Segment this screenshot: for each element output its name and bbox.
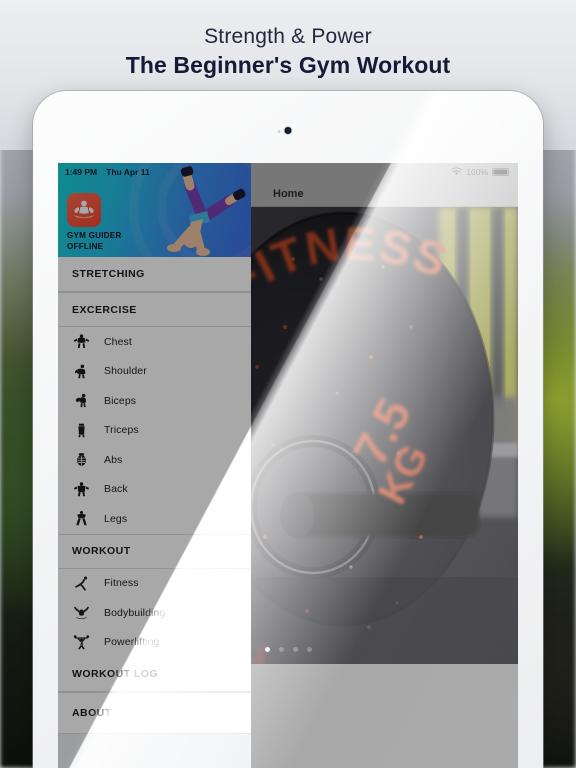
sidebar-item-label: WORKOUT	[72, 545, 131, 557]
sidebar-item-label: STRETCHING	[72, 268, 145, 280]
wifi-icon	[451, 163, 463, 181]
sidebar-item-back[interactable]: Back	[58, 474, 251, 504]
battery-percent-label: 100%	[466, 167, 488, 177]
sidebar-item-bodybuilding[interactable]: Bodybuilding	[58, 598, 251, 628]
page-dot-4[interactable]	[307, 647, 312, 652]
sidebar-item-label: EXCERCISE	[72, 303, 137, 316]
sidebar-item-fitness[interactable]: Fitness	[58, 568, 251, 598]
sidebar-item-biceps[interactable]: Biceps	[58, 386, 251, 416]
device-screen: 1:49 PM Thu Apr 11 GYM GUIDER OFFLINE ST…	[58, 163, 518, 768]
biceps-muscle-icon	[72, 391, 91, 410]
legs-muscle-icon	[72, 509, 91, 528]
sidebar-item-legs[interactable]: Legs	[58, 504, 251, 534]
ios-statusbar-right: 100%	[251, 163, 518, 181]
sidebar-menu[interactable]: STRETCHING EXCERCISE Chest Shoulder Bice…	[58, 257, 251, 768]
detail-pane: 100% Home TNESS 7.5 KG	[251, 163, 518, 768]
sidebar-item-powerlifting[interactable]: Powerlifting	[58, 627, 251, 657]
page-dot-3[interactable]	[293, 647, 298, 652]
ipad-device-frame: 1:49 PM Thu Apr 11 GYM GUIDER OFFLINE ST…	[33, 91, 543, 768]
powerlifting-barbell-icon	[72, 633, 91, 652]
sidebar-item-label: Fitness	[104, 577, 139, 590]
sidebar-item-label: ABOUT	[72, 707, 112, 719]
sidebar-item-label: Triceps	[104, 424, 139, 437]
sidebar-item-abs[interactable]: Abs	[58, 445, 251, 475]
flexing-muscle-icon	[67, 193, 101, 227]
sidebar-item-about[interactable]: ABOUT	[58, 692, 251, 733]
app-sidebar: 1:49 PM Thu Apr 11 GYM GUIDER OFFLINE ST…	[58, 163, 251, 768]
sidebar-header: 1:49 PM Thu Apr 11 GYM GUIDER OFFLINE	[58, 163, 251, 257]
app-name: GYM GUIDER OFFLINE	[67, 231, 122, 252]
sidebar-item-label: Back	[104, 483, 128, 496]
fitness-stretch-icon	[72, 574, 91, 593]
app-name-line-1: GYM GUIDER	[67, 231, 122, 240]
detail-empty-area	[251, 664, 518, 768]
sidebar-item-label: Bodybuilding	[104, 606, 166, 619]
hero-image-carousel[interactable]: FITNESS 7.5 KG FITNESS	[251, 207, 518, 664]
back-muscle-icon	[72, 480, 91, 499]
sidebar-item-label: Powerlifting	[104, 636, 160, 649]
handstand-figure-illustration	[167, 166, 246, 256]
page-indicator-dots[interactable]	[265, 647, 312, 652]
sidebar-item-label: Legs	[104, 512, 128, 525]
chest-muscle-icon	[72, 332, 91, 351]
caption-line-2: The Beginner's Gym Workout	[125, 52, 451, 78]
sidebar-item-workout[interactable]: WORKOUT	[58, 533, 251, 569]
sidebar-item-label: WORKOUT LOG	[72, 668, 159, 680]
shoulder-muscle-icon	[72, 362, 91, 381]
ios-statusbar-left: 1:49 PM Thu Apr 11	[65, 167, 150, 177]
sidebar-item-workout-log[interactable]: WORKOUT LOG	[58, 657, 251, 692]
abs-muscle-icon	[72, 450, 91, 469]
app-branding: GYM GUIDER OFFLINE	[67, 193, 122, 252]
sidebar-item-excercise[interactable]: EXCERCISE	[58, 292, 251, 327]
front-camera-icon	[284, 127, 292, 134]
sidebar-item-label: Abs	[104, 453, 123, 466]
sidebar-empty-area	[58, 734, 251, 768]
sidebar-item-label: Shoulder	[104, 365, 147, 378]
promo-caption: Strength & Power The Beginner's Gym Work…	[0, 24, 576, 80]
gym-weight-plate-photo: FITNESS 7.5 KG FITNESS	[251, 207, 518, 664]
sidebar-item-shoulder[interactable]: Shoulder	[58, 356, 251, 386]
sidebar-item-triceps[interactable]: Triceps	[58, 415, 251, 445]
sidebar-item-label: Chest	[104, 335, 132, 348]
sidebar-item-chest[interactable]: Chest	[58, 327, 251, 357]
sidebar-item-label: Biceps	[104, 394, 137, 407]
bodybuilding-pose-icon	[72, 603, 91, 622]
statusbar-time: 1:49 PM	[65, 167, 98, 177]
app-name-line-2: OFFLINE	[67, 241, 104, 251]
page-title: Home	[273, 187, 304, 200]
triceps-muscle-icon	[72, 421, 91, 440]
navigation-bar: Home	[251, 181, 518, 207]
page-dot-2[interactable]	[279, 647, 284, 652]
promo-scene: Strength & Power The Beginner's Gym Work…	[0, 0, 576, 768]
sidebar-item-stretching[interactable]: STRETCHING	[58, 257, 251, 292]
battery-full-icon	[492, 163, 511, 181]
caption-line-1: Strength & Power	[204, 25, 372, 48]
page-dot-1[interactable]	[265, 647, 270, 652]
statusbar-date: Thu Apr 11	[106, 167, 150, 177]
